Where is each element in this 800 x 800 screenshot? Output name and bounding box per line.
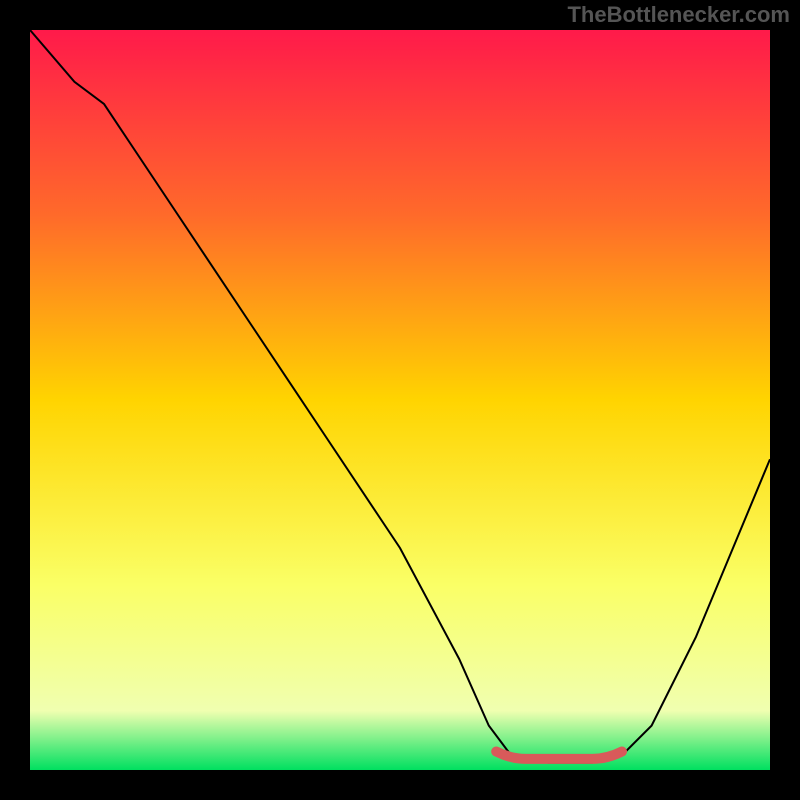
bottleneck-chart: [30, 30, 770, 770]
watermark-text: TheBottlenecker.com: [567, 2, 790, 28]
chart-container: [30, 30, 770, 770]
gradient-background: [30, 30, 770, 770]
